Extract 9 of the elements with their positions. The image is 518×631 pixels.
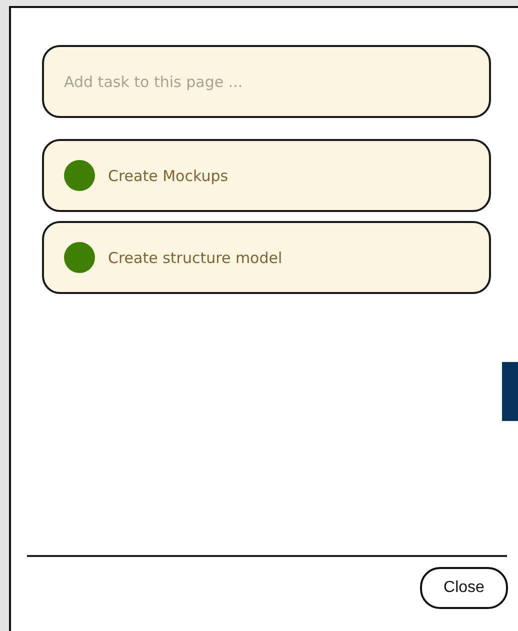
status-dot-icon	[64, 160, 95, 191]
status-dot-icon	[64, 242, 95, 273]
task-card[interactable]: Create Mockups	[42, 139, 491, 212]
side-tab[interactable]	[502, 362, 518, 421]
task-label: Create Mockups	[108, 166, 228, 184]
task-input-field[interactable]: Add task to this page ...	[42, 45, 491, 118]
close-button[interactable]: Close	[420, 567, 508, 609]
task-label: Create structure model	[108, 248, 282, 266]
task-card[interactable]: Create structure model	[42, 221, 491, 294]
